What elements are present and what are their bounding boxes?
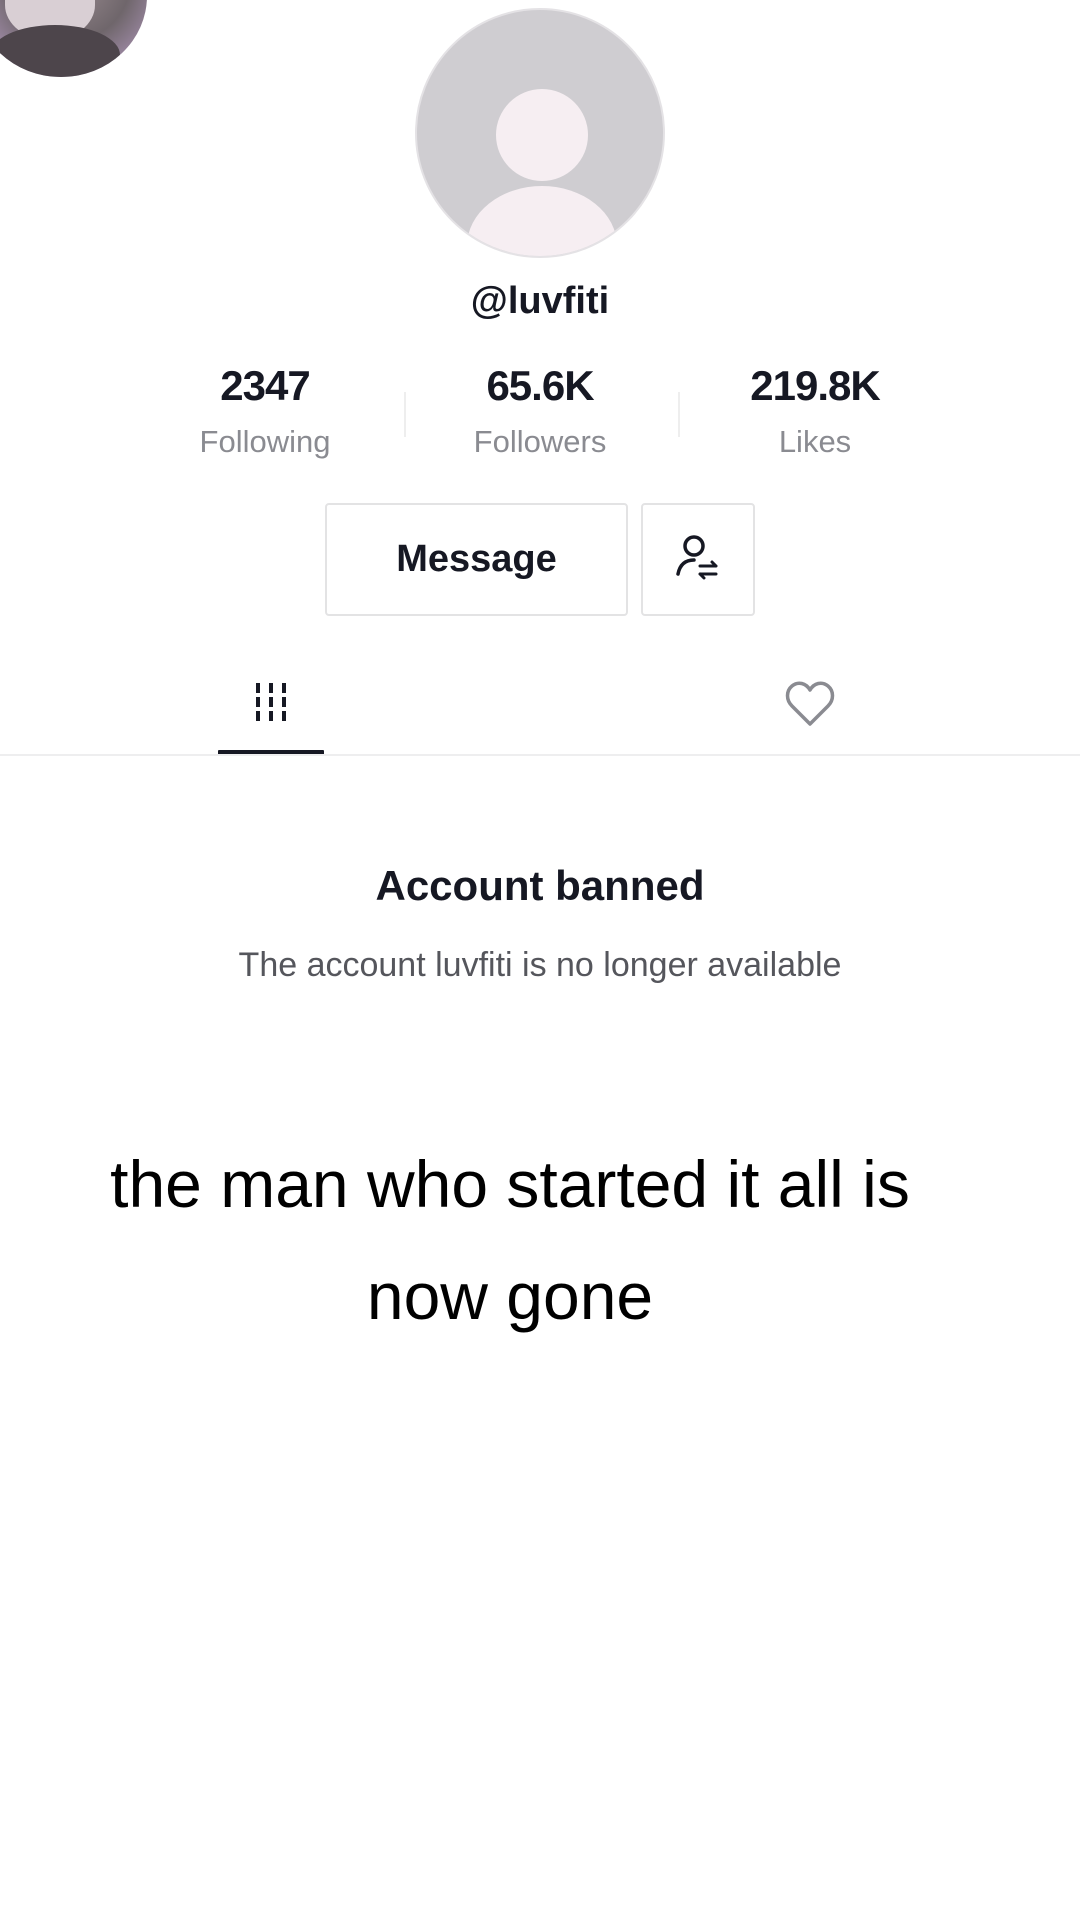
- user-avatar-thumbnail[interactable]: [0, 0, 147, 77]
- tab-liked[interactable]: [760, 670, 860, 756]
- stat-following-label: Following: [199, 424, 331, 459]
- profile-username: @luvfiti: [470, 280, 610, 322]
- stat-likes: 219.8K Likes: [695, 362, 935, 460]
- stat-divider: [404, 392, 406, 437]
- overlay-caption: the man who started it all is now gone: [40, 1128, 980, 1352]
- stat-followers[interactable]: 65.6K Followers: [420, 362, 660, 460]
- message-button[interactable]: Message: [325, 503, 628, 616]
- account-banned-message: The account luvfiti is no longer availab…: [238, 946, 842, 984]
- grid-icon: [256, 683, 286, 721]
- profile-avatar-placeholder: [415, 8, 665, 258]
- stat-followers-value: 65.6K: [486, 362, 594, 409]
- profile-page: @luvfiti 2347 Following 65.6K Followers …: [0, 0, 1080, 1920]
- profile-stats: 2347 Following 65.6K Followers 219.8K Li…: [0, 362, 1080, 472]
- caption-line-1: the man who started it all is: [110, 1147, 910, 1221]
- profile-tabs: [0, 670, 1080, 756]
- tabs-divider: [0, 754, 1080, 756]
- stat-following-value: 2347: [220, 362, 310, 409]
- stat-likes-label: Likes: [778, 424, 852, 459]
- follow-toggle-button[interactable]: [641, 503, 755, 616]
- tab-videos[interactable]: [218, 670, 324, 756]
- user-switch-icon: [676, 534, 718, 579]
- heart-outline-icon: [785, 681, 835, 726]
- stat-followers-label: Followers: [473, 424, 607, 459]
- account-banned-title: Account banned: [375, 862, 705, 909]
- stat-divider: [678, 392, 680, 437]
- caption-line-2: now gone: [366, 1259, 654, 1333]
- stat-likes-value: 219.8K: [750, 362, 880, 409]
- stat-following[interactable]: 2347 Following: [145, 362, 385, 460]
